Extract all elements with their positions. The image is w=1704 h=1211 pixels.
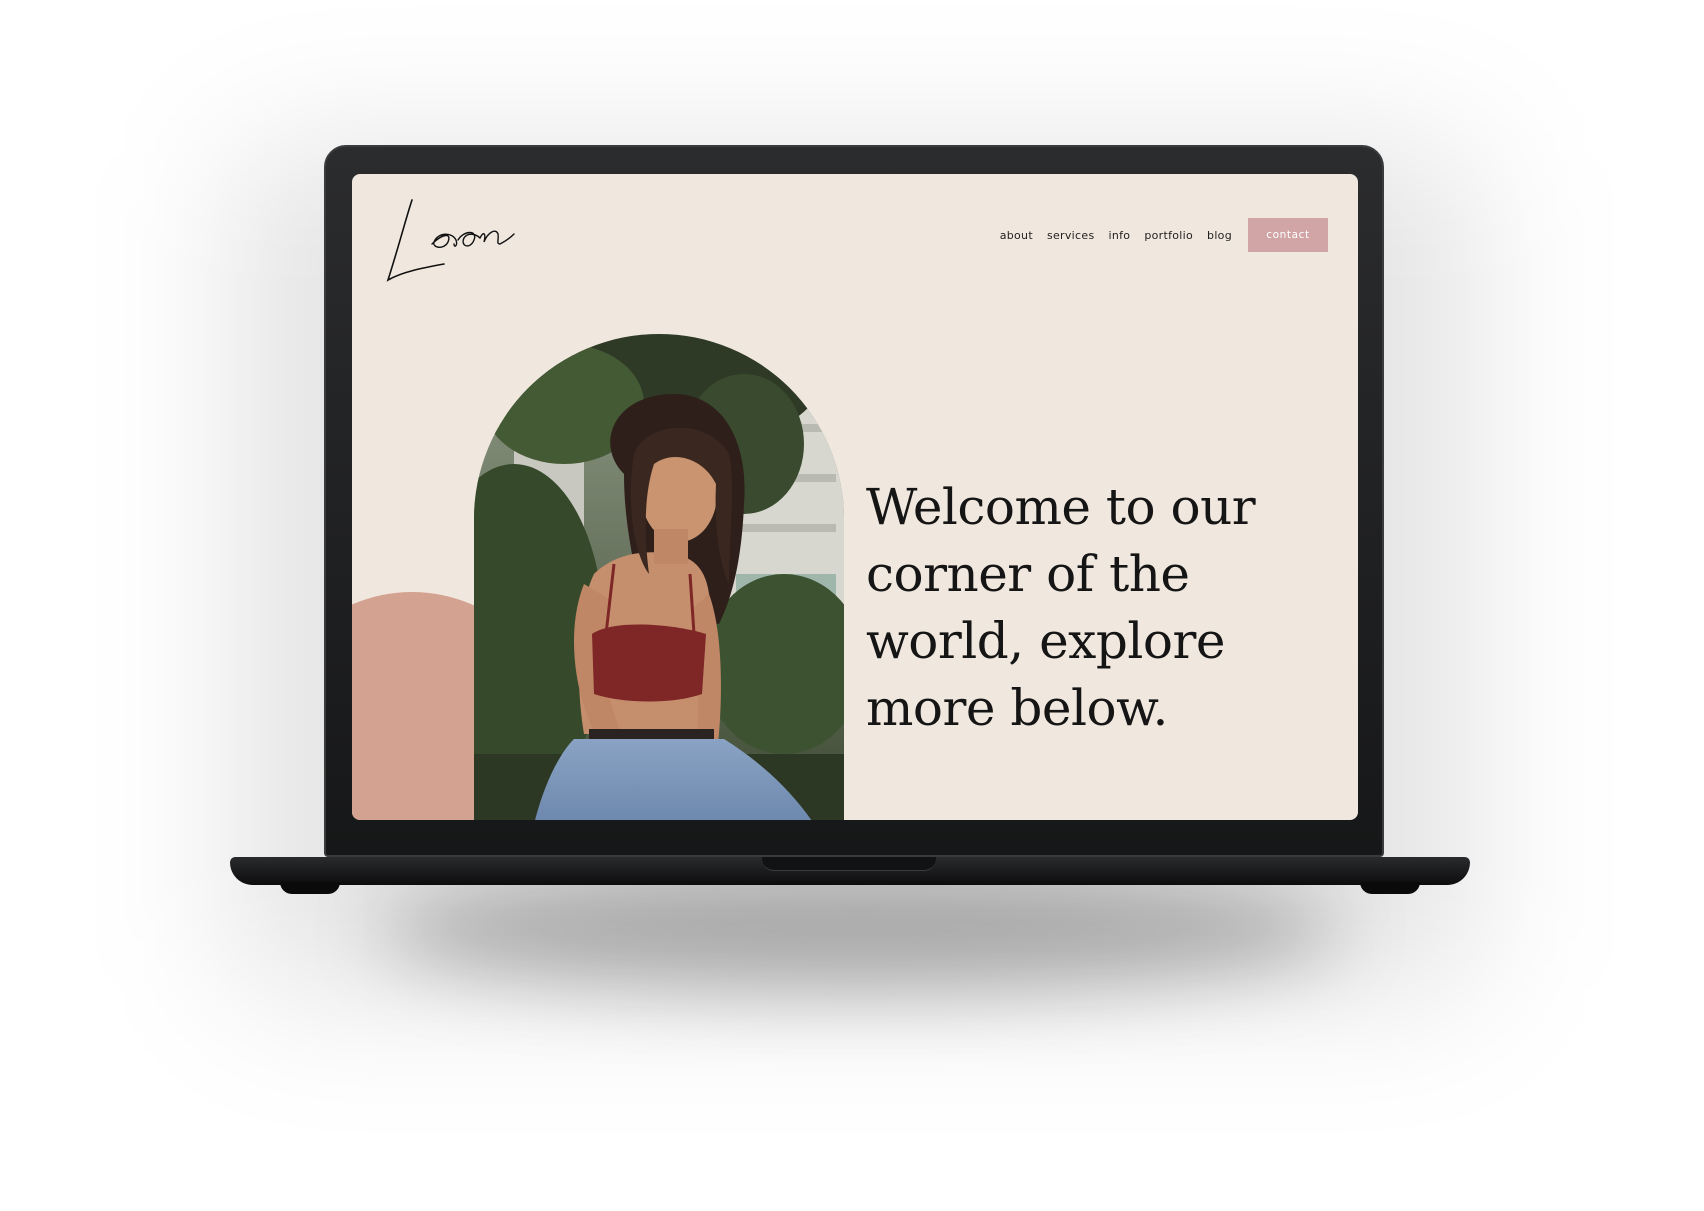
nav-about[interactable]: about xyxy=(1000,229,1033,242)
main-nav: about services info portfolio blog conta… xyxy=(1000,218,1328,252)
contact-button[interactable]: contact xyxy=(1248,218,1328,252)
hero-photo-illustration xyxy=(474,334,844,820)
headline-line: Welcome to our xyxy=(866,478,1256,536)
hero-headline: Welcome to our corner of the world, expl… xyxy=(866,474,1286,742)
laptop-shadow xyxy=(380,870,1340,990)
laptop-foot-left xyxy=(280,882,340,894)
site-logo[interactable] xyxy=(382,184,532,284)
headline-line: more below. xyxy=(866,679,1168,737)
logo-script-icon xyxy=(386,199,515,282)
website-screen: about services info portfolio blog conta… xyxy=(352,174,1358,820)
headline-line: corner of the xyxy=(866,545,1190,603)
mockup-stage: about services info portfolio blog conta… xyxy=(0,0,1704,1211)
laptop-foot-right xyxy=(1360,882,1420,894)
headline-line: world, explore xyxy=(866,612,1225,670)
nav-blog[interactable]: blog xyxy=(1207,229,1232,242)
laptop-notch xyxy=(762,857,936,871)
nav-portfolio[interactable]: portfolio xyxy=(1144,229,1193,242)
hero-arch-photo xyxy=(474,334,844,820)
nav-info[interactable]: info xyxy=(1109,229,1131,242)
nav-services[interactable]: services xyxy=(1047,229,1095,242)
